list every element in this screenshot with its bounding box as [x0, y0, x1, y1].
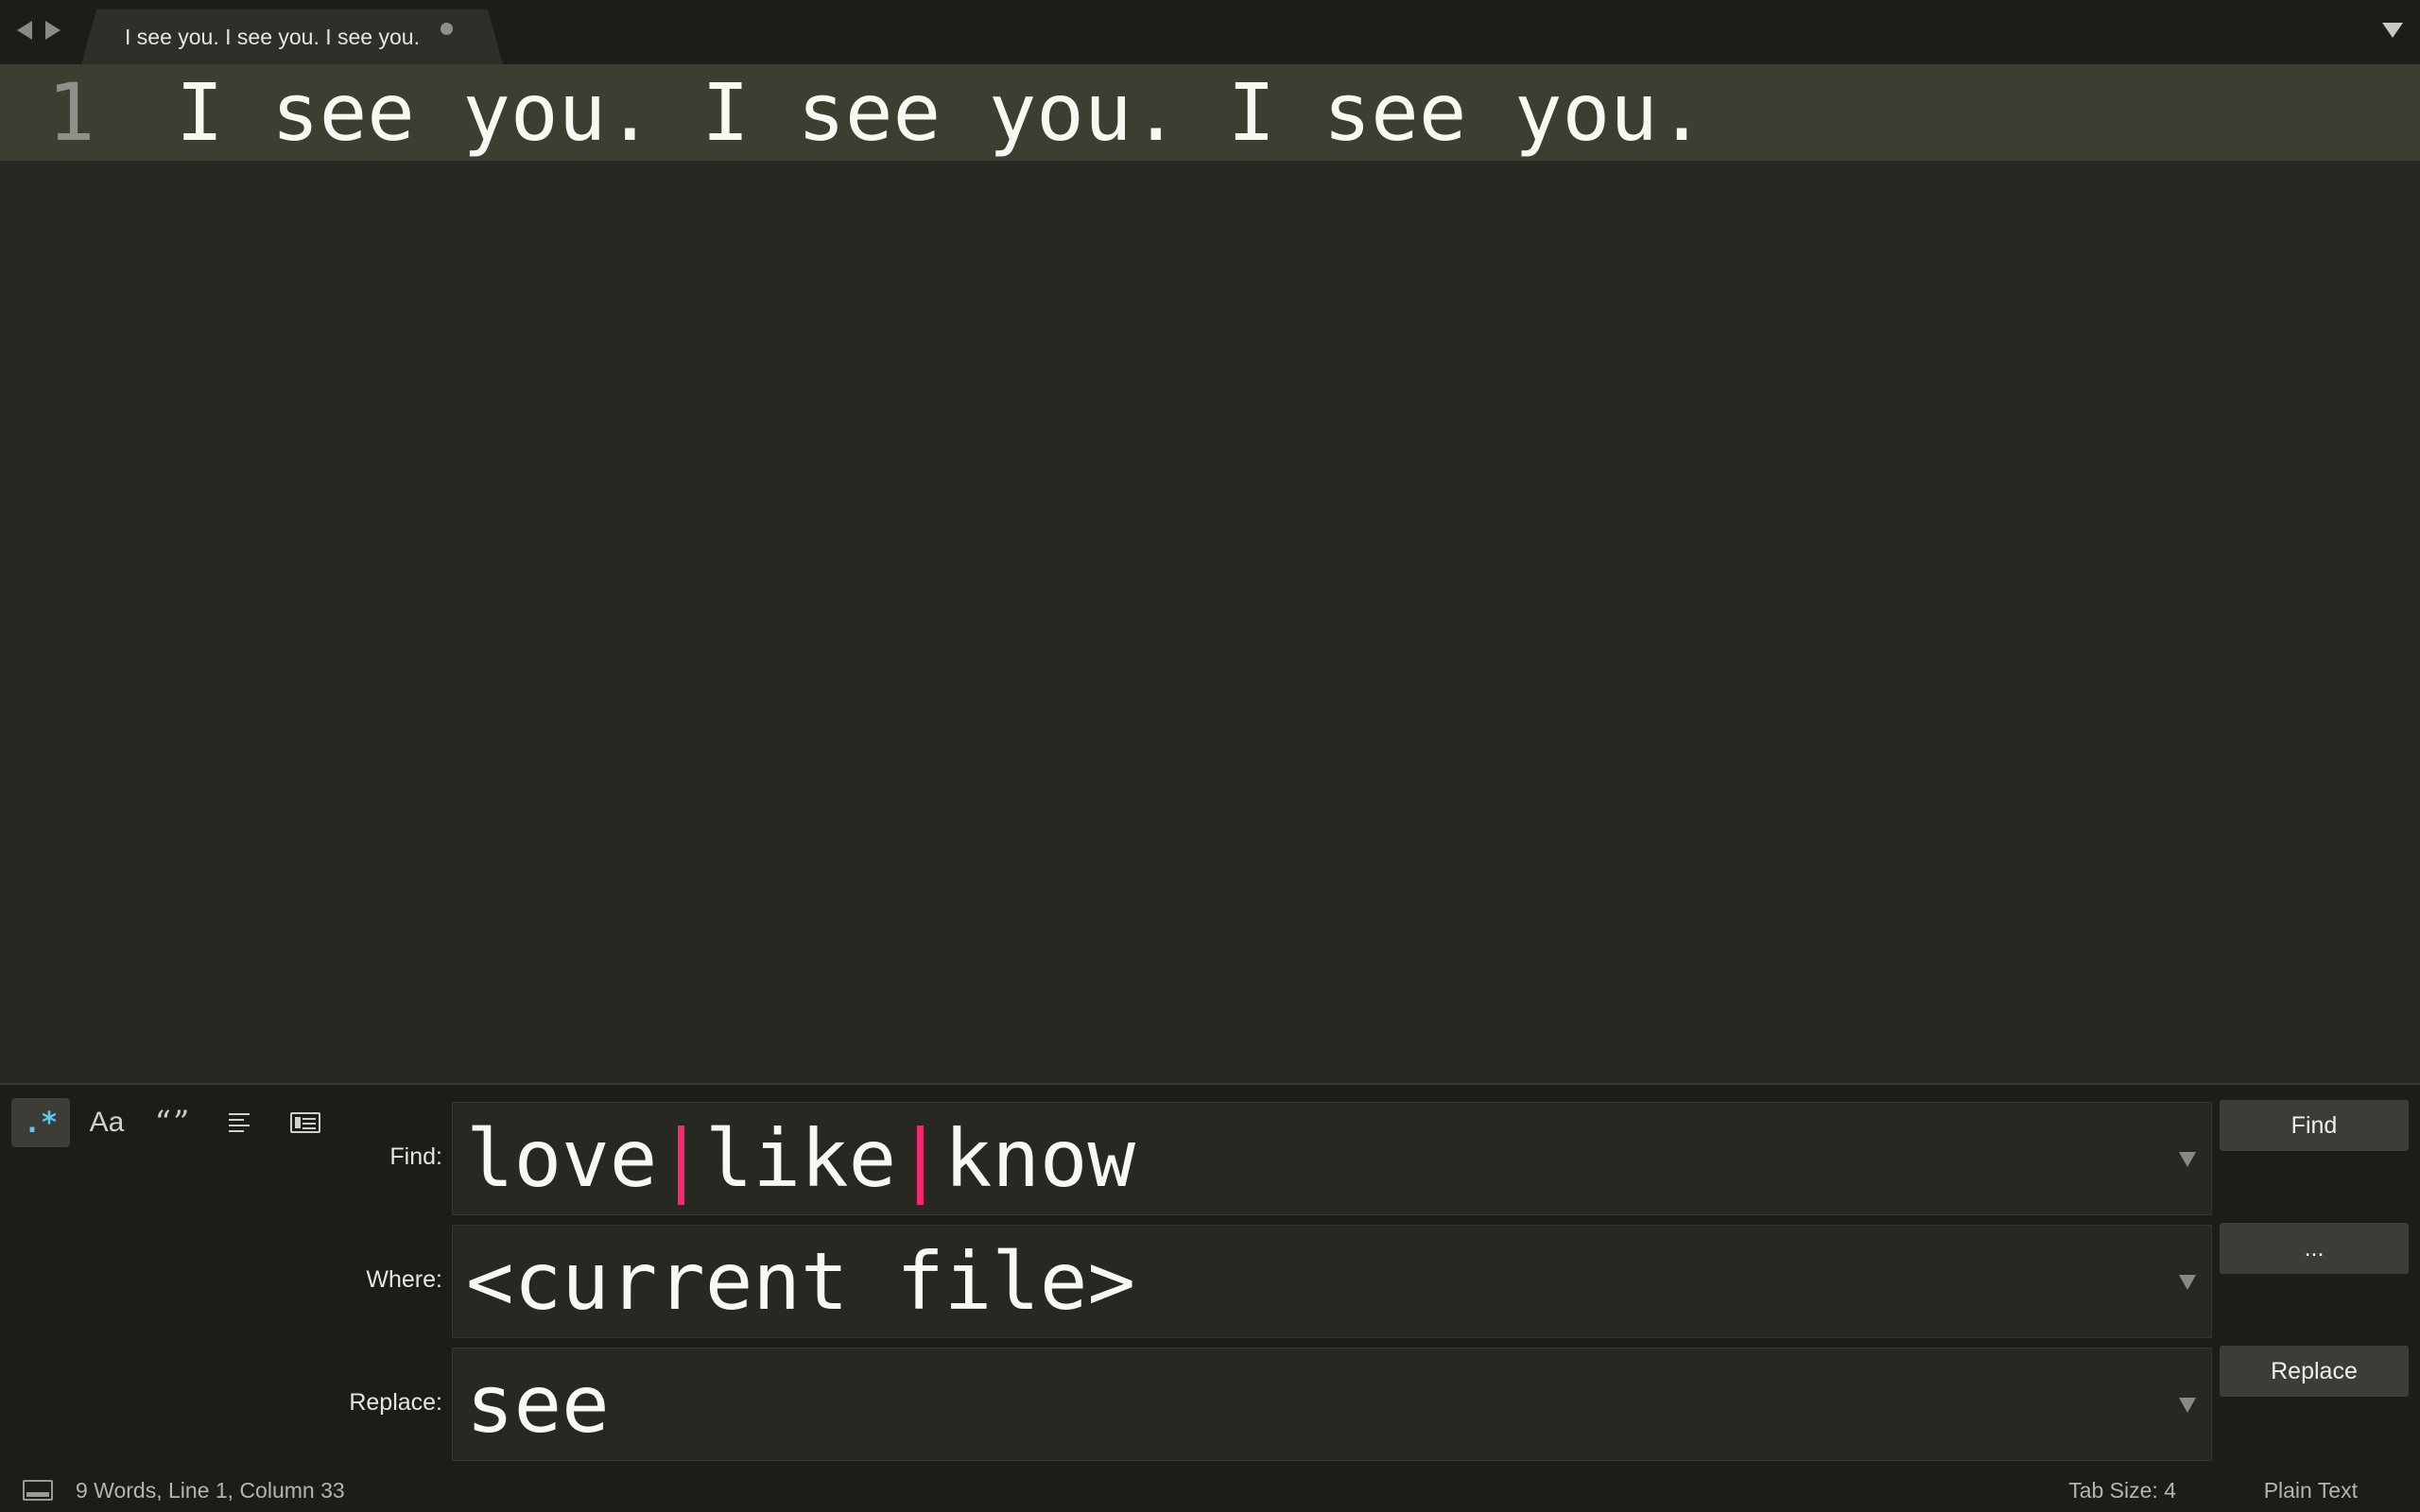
- align-lines-icon: [229, 1113, 250, 1132]
- find-term: love: [466, 1112, 658, 1205]
- where-label: Where:: [366, 1266, 442, 1293]
- find-term: know: [943, 1112, 1136, 1205]
- quotes-icon: “”: [154, 1104, 192, 1142]
- editor-area[interactable]: 1 I see you. I see you. I see you.: [0, 64, 2420, 1083]
- status-bar: 9 Words, Line 1, Column 33 Tab Size: 4 P…: [0, 1469, 2420, 1512]
- editor-line[interactable]: 1 I see you. I see you. I see you.: [0, 64, 2420, 161]
- find-history-dropdown-icon[interactable]: [2179, 1152, 2196, 1167]
- tab-size-selector[interactable]: Tab Size: 4: [2068, 1478, 2176, 1503]
- syntax-selector[interactable]: Plain Text: [2264, 1478, 2358, 1503]
- where-input[interactable]: <current file>: [452, 1225, 2212, 1338]
- replace-value: see: [466, 1358, 610, 1451]
- line-gutter: 1: [0, 66, 132, 159]
- find-input[interactable]: love | like | know: [452, 1102, 2212, 1215]
- replace-button[interactable]: Replace: [2220, 1346, 2409, 1397]
- regex-toggle[interactable]: .*: [11, 1098, 70, 1147]
- tab-bar: I see you. I see you. I see you.: [0, 0, 2420, 64]
- search-options: .* Aa “”: [11, 1098, 335, 1147]
- case-icon: Aa: [89, 1107, 125, 1138]
- panel-toggle-icon[interactable]: [23, 1480, 53, 1501]
- selection-icon: [290, 1112, 320, 1133]
- tab-title: I see you. I see you. I see you.: [125, 24, 420, 49]
- where-dropdown-icon[interactable]: [2179, 1275, 2196, 1290]
- whole-word-toggle[interactable]: “”: [144, 1098, 202, 1147]
- line-text[interactable]: I see you. I see you. I see you.: [176, 66, 1705, 159]
- line-number: 1: [47, 66, 95, 159]
- next-tab-icon[interactable]: [45, 21, 60, 40]
- find-button[interactable]: Find: [2220, 1100, 2409, 1151]
- tab-list-dropdown-icon[interactable]: [2382, 23, 2403, 38]
- case-sensitive-toggle[interactable]: Aa: [78, 1098, 136, 1147]
- previous-tab-icon[interactable]: [17, 21, 32, 40]
- tab-file[interactable]: I see you. I see you. I see you.: [81, 9, 503, 64]
- regex-pipe: |: [896, 1112, 944, 1205]
- in-selection-toggle[interactable]: [276, 1098, 335, 1147]
- unsaved-dot-icon[interactable]: [441, 23, 453, 35]
- replace-history-dropdown-icon[interactable]: [2179, 1398, 2196, 1413]
- find-label: Find:: [389, 1143, 442, 1170]
- where-value: <current file>: [466, 1235, 1136, 1328]
- tab-navigation: [17, 21, 60, 40]
- find-replace-panel: .* Aa “” Find: love | like | know Find Where…: [0, 1083, 2420, 1469]
- preserve-case-toggle[interactable]: [210, 1098, 268, 1147]
- replace-input[interactable]: see: [452, 1348, 2212, 1461]
- status-info: 9 Words, Line 1, Column 33: [76, 1478, 345, 1503]
- find-term: like: [704, 1112, 897, 1205]
- regex-icon: .*: [23, 1106, 59, 1140]
- replace-label: Replace:: [349, 1389, 442, 1416]
- where-options-button[interactable]: ...: [2220, 1223, 2409, 1274]
- regex-pipe: |: [657, 1112, 705, 1205]
